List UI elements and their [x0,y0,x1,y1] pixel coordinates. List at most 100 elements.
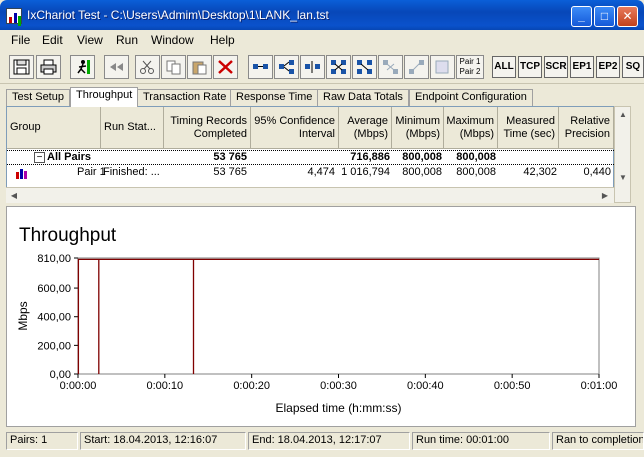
x-tick-label: 0:00:20 [233,380,270,392]
col-timing-records[interactable]: Timing Records Completed [164,107,251,149]
menu-window[interactable]: Window [151,33,194,47]
paste-icon[interactable] [187,55,212,79]
menu-edit[interactable]: Edit [42,33,63,47]
close-button[interactable]: ✕ [617,6,638,27]
pair-chart-icon [16,168,28,179]
pair-1-records: 53 765 [213,166,247,178]
window-title: IxChariot Test - C:\Users\Admim\Desktop\… [27,8,329,22]
add-multicast-icon[interactable] [274,55,299,79]
results-tabs: Test Setup Throughput Transaction Rate R… [0,87,644,107]
filter-ep2-button[interactable]: EP2 [596,56,620,78]
scroll-right-icon[interactable]: ▶ [597,188,613,204]
menu-view[interactable]: View [77,33,103,47]
all-pairs-label: All Pairs [47,151,92,163]
pair-label-2: Pair 2 [459,67,481,76]
y-axis-label: Mbps [16,301,30,330]
filter-all-button[interactable]: ALL [492,56,516,78]
tab-test-setup[interactable]: Test Setup [6,89,70,106]
menu-run[interactable]: Run [116,33,138,47]
print-icon[interactable] [36,55,61,79]
filter-scr-button[interactable]: SCR [544,56,568,78]
pair-1-minimum: 800,008 [402,166,442,178]
delete-icon[interactable] [213,55,238,79]
app-icon[interactable] [6,8,22,24]
col-group[interactable]: Group [7,107,101,149]
status-run-time: Run time: 00:01:00 [412,432,550,450]
pair-1-confidence: 4,474 [307,166,335,178]
disabled-pair-icon[interactable] [378,55,403,79]
plot-frame [77,257,600,375]
tab-transaction-rate[interactable]: Transaction Rate [137,89,233,106]
filter-tcp-button[interactable]: TCP [518,56,542,78]
x-tick-label: 0:01:00 [581,380,618,392]
save-icon[interactable] [9,55,34,79]
grid-horizontal-scrollbar[interactable]: ◀ ▶ [6,187,614,203]
tab-throughput[interactable]: Throughput [70,87,139,107]
x-tick-label: 0:00:00 [60,380,97,392]
scroll-down-icon[interactable]: ▼ [615,170,631,186]
grid-vertical-scrollbar[interactable]: ▲ ▼ [614,106,631,203]
col-run-status[interactable]: Run Stat... [101,107,164,149]
col-measured-time[interactable]: Measured Time (sec) [498,107,559,149]
col-relative-precision[interactable]: Relative Precision [559,107,614,149]
all-pairs-maximum: 800,008 [456,151,496,163]
pair-label-1: Pair 1 [459,57,481,66]
scroll-left-icon[interactable]: ◀ [6,188,22,204]
throughput-chart: Throughput0,00200,00400,00600,00810,000:… [16,225,618,415]
filter-ep1-button[interactable]: EP1 [570,56,594,78]
pair-1-precision: 0,440 [583,166,611,178]
y-tick-label: 400,00 [37,312,71,324]
all-pairs-minimum: 800,008 [402,151,442,163]
add-pair-icon[interactable] [248,55,273,79]
scroll-up-icon[interactable]: ▲ [615,107,631,123]
menu-help[interactable]: Help [210,33,235,47]
status-start: Start: 18.04.2013, 12:16:07 [80,432,246,450]
pair-1-status: Finished: ... [103,166,160,178]
rewind-icon[interactable] [104,55,129,79]
x-tick-label: 0:00:40 [407,380,444,392]
col-maximum[interactable]: Maximum (Mbps) [444,107,498,149]
pair-toggle-button[interactable]: Pair 1 Pair 2 [456,55,484,79]
x-tick-label: 0:00:50 [494,380,531,392]
x-tick-label: 0:00:30 [320,380,357,392]
table-row-all-pairs[interactable]: − All Pairs 53 765 716,886 800,008 800,0… [7,150,614,165]
swap-endpoints-icon[interactable] [326,55,351,79]
chart-title: Throughput [19,225,117,246]
status-result: Ran to completion [552,432,644,450]
tab-raw-data-totals[interactable]: Raw Data Totals [317,89,409,106]
toolbar: Pair 1 Pair 2 ALL TCP SCR EP1 EP2 SQ [0,50,644,84]
run-icon[interactable] [70,55,95,79]
edit-pair-icon[interactable] [300,55,325,79]
col-average[interactable]: Average (Mbps) [339,107,392,149]
disabled-multicast-icon[interactable] [404,55,429,79]
menu-file[interactable]: File [11,33,30,47]
y-tick-label: 600,00 [37,283,71,295]
status-pairs: Pairs: 1 [6,432,78,450]
y-tick-label: 810,00 [37,253,71,265]
x-tick-label: 0:00:10 [146,380,183,392]
copy-icon[interactable] [161,55,186,79]
maximize-button[interactable]: □ [594,6,615,27]
minimize-button[interactable]: _ [571,6,592,27]
status-end: End: 18.04.2013, 12:17:07 [248,432,410,450]
pair-1-measured: 42,302 [523,166,557,178]
col-confidence[interactable]: 95% Confidence Interval [251,107,339,149]
x-axis-label: Elapsed time (h:mm:ss) [275,401,401,415]
table-row-pair-1[interactable]: Pair 1 Finished: ... 53 765 4,474 1 016,… [7,166,614,181]
pair-1-label: Pair 1 [77,166,106,178]
all-pairs-records: 53 765 [213,151,247,163]
tab-response-time[interactable]: Response Time [230,89,319,106]
all-pairs-average: 716,886 [350,151,390,163]
filter-sq-button[interactable]: SQ [622,56,644,78]
title-bar: IxChariot Test - C:\Users\Admim\Desktop\… [0,0,644,30]
y-tick-label: 200,00 [37,340,71,352]
disabled-edit-icon[interactable] [430,55,455,79]
col-minimum[interactable]: Minimum (Mbps) [392,107,444,149]
collapse-icon[interactable]: − [34,152,45,163]
replicate-pair-icon[interactable] [352,55,377,79]
pair-1-average: 1 016,794 [341,166,390,178]
throughput-chart-panel: Throughput 0,00 200,00 400,00 600,00 810,00 0:… [6,206,636,427]
tab-endpoint-configuration[interactable]: Endpoint Configuration [409,89,533,106]
pair-1-maximum: 800,008 [456,166,496,178]
cut-icon[interactable] [135,55,160,79]
